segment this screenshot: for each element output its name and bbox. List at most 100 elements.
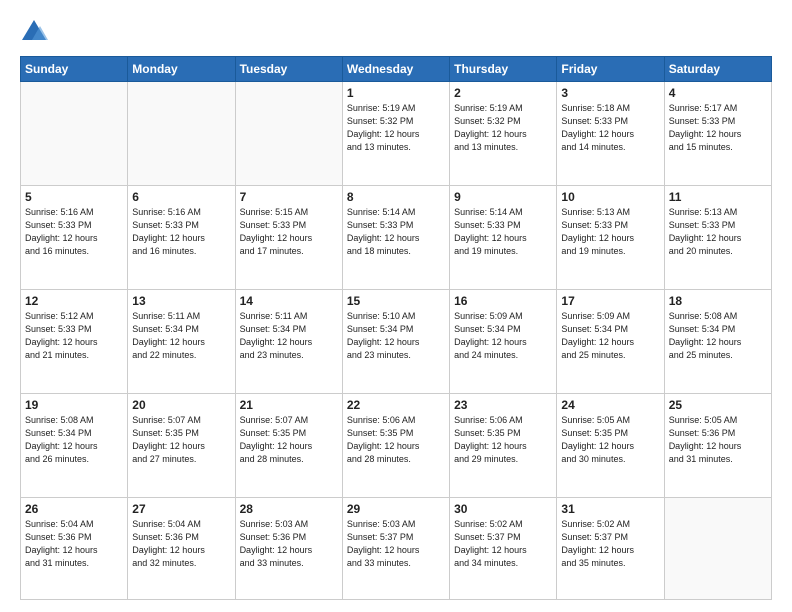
day-number: 13 <box>132 294 230 308</box>
day-number: 28 <box>240 502 338 516</box>
day-number: 4 <box>669 86 767 100</box>
calendar-cell: 31 Sunrise: 5:02 AM Sunset: 5:37 PM Dayli… <box>557 498 664 600</box>
day-number: 16 <box>454 294 552 308</box>
calendar-cell: 29 Sunrise: 5:03 AM Sunset: 5:37 PM Dayli… <box>342 498 449 600</box>
day-info: Sunrise: 5:19 AM Sunset: 5:32 PM Dayligh… <box>347 102 445 154</box>
calendar-cell: 19Sunrise: 5:08 AM Sunset: 5:34 PM Dayli… <box>21 394 128 498</box>
day-info: Sunrise: 5:07 AM Sunset: 5:35 PM Dayligh… <box>132 414 230 466</box>
calendar-week-row: 26 Sunrise: 5:04 AM Sunset: 5:36 PM Dayli… <box>21 498 772 600</box>
day-info: Sunrise: 5:07 AM Sunset: 5:35 PM Dayligh… <box>240 414 338 466</box>
calendar-cell: 7 Sunrise: 5:15 AM Sunset: 5:33 PM Daylig… <box>235 186 342 290</box>
calendar-header-monday: Monday <box>128 57 235 82</box>
calendar-week-row: 19Sunrise: 5:08 AM Sunset: 5:34 PM Dayli… <box>21 394 772 498</box>
day-number: 27 <box>132 502 230 516</box>
day-number: 15 <box>347 294 445 308</box>
calendar-header-sunday: Sunday <box>21 57 128 82</box>
day-info: Sunrise: 5:15 AM Sunset: 5:33 PM Dayligh… <box>240 206 338 258</box>
day-number: 7 <box>240 190 338 204</box>
calendar-cell: 14Sunrise: 5:11 AM Sunset: 5:34 PM Dayli… <box>235 290 342 394</box>
page: SundayMondayTuesdayWednesdayThursdayFrid… <box>0 0 792 612</box>
day-info: Sunrise: 5:04 AM Sunset: 5:36 PM Dayligh… <box>132 518 230 570</box>
calendar-cell: 6 Sunrise: 5:16 AM Sunset: 5:33 PM Daylig… <box>128 186 235 290</box>
calendar-cell: 12 Sunrise: 5:12 AM Sunset: 5:33 PM Dayli… <box>21 290 128 394</box>
calendar-cell: 10 Sunrise: 5:13 AM Sunset: 5:33 PM Dayli… <box>557 186 664 290</box>
day-info: Sunrise: 5:09 AM Sunset: 5:34 PM Dayligh… <box>454 310 552 362</box>
calendar-cell: 27 Sunrise: 5:04 AM Sunset: 5:36 PM Dayli… <box>128 498 235 600</box>
day-info: Sunrise: 5:11 AM Sunset: 5:34 PM Dayligh… <box>240 310 338 362</box>
day-info: Sunrise: 5:02 AM Sunset: 5:37 PM Dayligh… <box>454 518 552 570</box>
calendar-cell: 23 Sunrise: 5:06 AM Sunset: 5:35 PM Dayli… <box>450 394 557 498</box>
day-number: 29 <box>347 502 445 516</box>
day-number: 24 <box>561 398 659 412</box>
calendar-cell <box>21 82 128 186</box>
calendar-cell: 9Sunrise: 5:14 AM Sunset: 5:33 PM Daylig… <box>450 186 557 290</box>
day-info: Sunrise: 5:18 AM Sunset: 5:33 PM Dayligh… <box>561 102 659 154</box>
calendar-header-wednesday: Wednesday <box>342 57 449 82</box>
day-info: Sunrise: 5:05 AM Sunset: 5:36 PM Dayligh… <box>669 414 767 466</box>
day-number: 26 <box>25 502 123 516</box>
calendar-cell: 17 Sunrise: 5:09 AM Sunset: 5:34 PM Dayli… <box>557 290 664 394</box>
calendar-cell: 2 Sunrise: 5:19 AM Sunset: 5:32 PM Daylig… <box>450 82 557 186</box>
day-info: Sunrise: 5:16 AM Sunset: 5:33 PM Dayligh… <box>25 206 123 258</box>
day-number: 3 <box>561 86 659 100</box>
day-number: 18 <box>669 294 767 308</box>
day-info: Sunrise: 5:14 AM Sunset: 5:33 PM Dayligh… <box>347 206 445 258</box>
day-number: 23 <box>454 398 552 412</box>
day-number: 30 <box>454 502 552 516</box>
day-info: Sunrise: 5:05 AM Sunset: 5:35 PM Dayligh… <box>561 414 659 466</box>
day-number: 20 <box>132 398 230 412</box>
day-info: Sunrise: 5:03 AM Sunset: 5:36 PM Dayligh… <box>240 518 338 570</box>
day-info: Sunrise: 5:06 AM Sunset: 5:35 PM Dayligh… <box>454 414 552 466</box>
day-info: Sunrise: 5:17 AM Sunset: 5:33 PM Dayligh… <box>669 102 767 154</box>
calendar-cell: 24 Sunrise: 5:05 AM Sunset: 5:35 PM Dayli… <box>557 394 664 498</box>
calendar-cell: 28 Sunrise: 5:03 AM Sunset: 5:36 PM Dayli… <box>235 498 342 600</box>
calendar-table: SundayMondayTuesdayWednesdayThursdayFrid… <box>20 56 772 600</box>
calendar-cell: 15Sunrise: 5:10 AM Sunset: 5:34 PM Dayli… <box>342 290 449 394</box>
calendar-week-row: 5 Sunrise: 5:16 AM Sunset: 5:33 PM Daylig… <box>21 186 772 290</box>
day-number: 8 <box>347 190 445 204</box>
calendar-cell: 4 Sunrise: 5:17 AM Sunset: 5:33 PM Daylig… <box>664 82 771 186</box>
day-number: 31 <box>561 502 659 516</box>
day-info: Sunrise: 5:13 AM Sunset: 5:33 PM Dayligh… <box>561 206 659 258</box>
calendar-cell: 8 Sunrise: 5:14 AM Sunset: 5:33 PM Daylig… <box>342 186 449 290</box>
day-info: Sunrise: 5:11 AM Sunset: 5:34 PM Dayligh… <box>132 310 230 362</box>
calendar-header-row: SundayMondayTuesdayWednesdayThursdayFrid… <box>21 57 772 82</box>
header <box>20 18 772 46</box>
calendar-cell <box>235 82 342 186</box>
day-info: Sunrise: 5:03 AM Sunset: 5:37 PM Dayligh… <box>347 518 445 570</box>
day-number: 6 <box>132 190 230 204</box>
day-number: 2 <box>454 86 552 100</box>
day-number: 22 <box>347 398 445 412</box>
day-info: Sunrise: 5:09 AM Sunset: 5:34 PM Dayligh… <box>561 310 659 362</box>
day-info: Sunrise: 5:06 AM Sunset: 5:35 PM Dayligh… <box>347 414 445 466</box>
calendar-cell: 3 Sunrise: 5:18 AM Sunset: 5:33 PM Daylig… <box>557 82 664 186</box>
calendar-cell: 26Sunrise: 5:04 AM Sunset: 5:36 PM Dayli… <box>21 498 128 600</box>
day-info: Sunrise: 5:19 AM Sunset: 5:32 PM Dayligh… <box>454 102 552 154</box>
day-number: 12 <box>25 294 123 308</box>
day-number: 1 <box>347 86 445 100</box>
calendar-cell: 16 Sunrise: 5:09 AM Sunset: 5:34 PM Dayli… <box>450 290 557 394</box>
calendar-week-row: 12 Sunrise: 5:12 AM Sunset: 5:33 PM Dayli… <box>21 290 772 394</box>
day-number: 10 <box>561 190 659 204</box>
calendar-cell <box>128 82 235 186</box>
calendar-cell: 22 Sunrise: 5:06 AM Sunset: 5:35 PM Dayli… <box>342 394 449 498</box>
calendar-cell: 1 Sunrise: 5:19 AM Sunset: 5:32 PM Daylig… <box>342 82 449 186</box>
calendar-cell: 11 Sunrise: 5:13 AM Sunset: 5:33 PM Dayli… <box>664 186 771 290</box>
day-number: 19 <box>25 398 123 412</box>
day-number: 5 <box>25 190 123 204</box>
calendar-cell: 25 Sunrise: 5:05 AM Sunset: 5:36 PM Dayli… <box>664 394 771 498</box>
day-number: 21 <box>240 398 338 412</box>
day-info: Sunrise: 5:13 AM Sunset: 5:33 PM Dayligh… <box>669 206 767 258</box>
calendar-cell: 30 Sunrise: 5:02 AM Sunset: 5:37 PM Dayli… <box>450 498 557 600</box>
day-info: Sunrise: 5:02 AM Sunset: 5:37 PM Dayligh… <box>561 518 659 570</box>
day-number: 25 <box>669 398 767 412</box>
day-number: 11 <box>669 190 767 204</box>
calendar-cell: 13 Sunrise: 5:11 AM Sunset: 5:34 PM Dayli… <box>128 290 235 394</box>
day-info: Sunrise: 5:16 AM Sunset: 5:33 PM Dayligh… <box>132 206 230 258</box>
day-number: 17 <box>561 294 659 308</box>
calendar-cell: 20 Sunrise: 5:07 AM Sunset: 5:35 PM Dayli… <box>128 394 235 498</box>
calendar-header-friday: Friday <box>557 57 664 82</box>
calendar-cell <box>664 498 771 600</box>
logo-icon <box>20 18 48 46</box>
day-info: Sunrise: 5:12 AM Sunset: 5:33 PM Dayligh… <box>25 310 123 362</box>
